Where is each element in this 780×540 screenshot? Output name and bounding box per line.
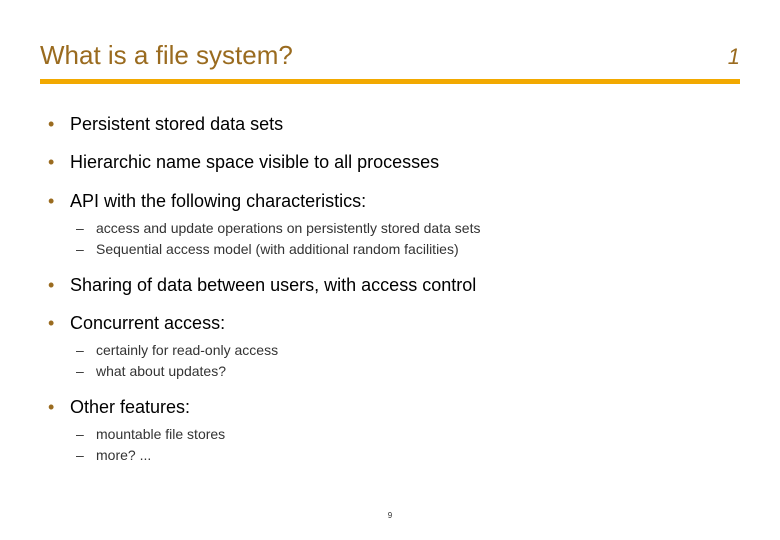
header-row: What is a file system? 1 [40,40,740,71]
slide-container: What is a file system? 1 Persistent stor… [0,0,780,499]
bullet-item: Concurrent access: certainly for read-on… [44,311,740,381]
sub-list: mountable file stores more? ... [70,425,740,465]
sub-item: certainly for read-only access [70,341,740,360]
slide-title: What is a file system? [40,40,293,71]
bullet-text: Persistent stored data sets [70,114,283,134]
bullet-item: Other features: mountable file stores mo… [44,395,740,465]
sub-item: mountable file stores [70,425,740,444]
sub-item: access and update operations on persiste… [70,219,740,238]
bullet-item: API with the following characteristics: … [44,189,740,259]
sub-item: more? ... [70,446,740,465]
bullet-item: Persistent stored data sets [44,112,740,136]
bullet-text: Sharing of data between users, with acce… [70,275,476,295]
bullet-text: Concurrent access: [70,313,225,333]
bullet-text: Other features: [70,397,190,417]
sub-list: certainly for read-only access what abou… [70,341,740,381]
bullet-text: Hierarchic name space visible to all pro… [70,152,439,172]
slide-number: 1 [728,44,740,70]
sub-item: what about updates? [70,362,740,381]
title-rule [40,79,740,84]
bullet-item: Hierarchic name space visible to all pro… [44,150,740,174]
bullet-list: Persistent stored data sets Hierarchic n… [44,112,740,465]
sub-item: Sequential access model (with additional… [70,240,740,259]
bullet-text: API with the following characteristics: [70,191,366,211]
bullet-item: Sharing of data between users, with acce… [44,273,740,297]
footer-page-number: 9 [388,511,392,520]
sub-list: access and update operations on persiste… [70,219,740,259]
content-area: Persistent stored data sets Hierarchic n… [40,112,740,465]
